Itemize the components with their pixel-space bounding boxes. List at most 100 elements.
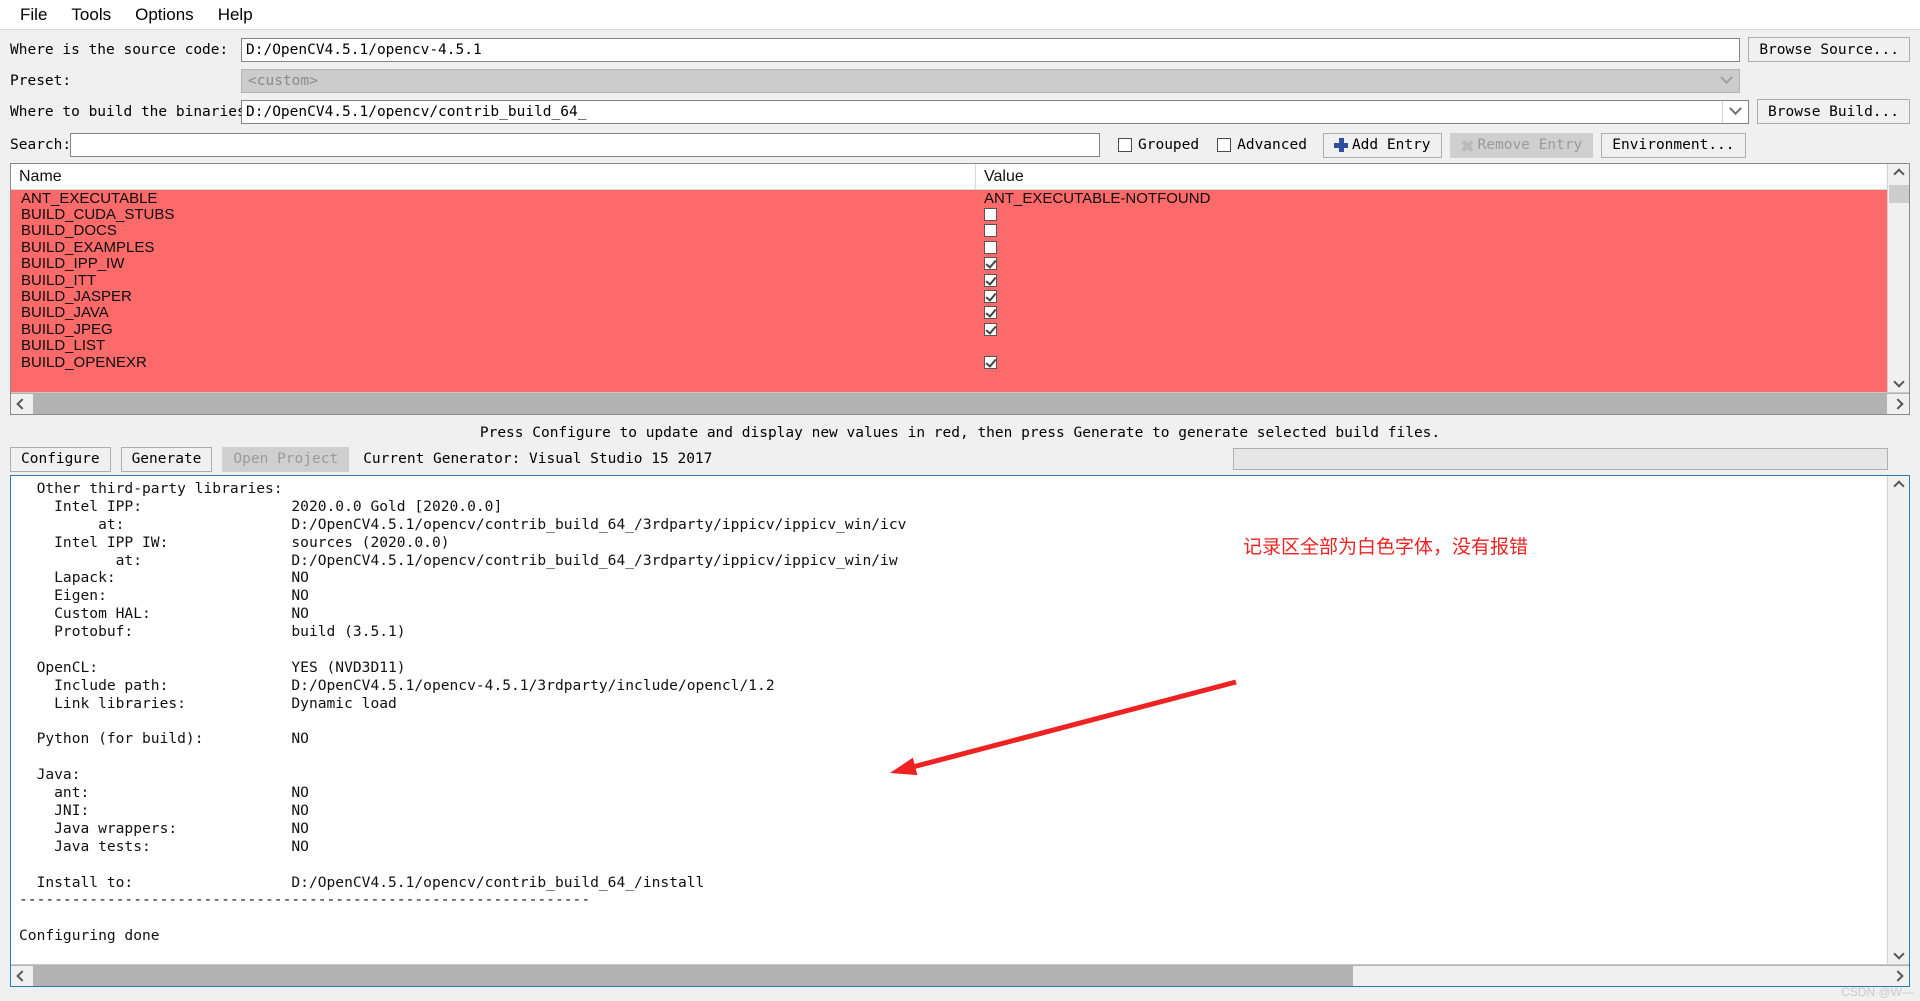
advanced-label: Advanced [1237,137,1307,153]
table-row[interactable]: BUILD_OPENEXR [11,354,1887,371]
checkbox-icon[interactable] [984,240,997,254]
action-row: Configure Generate Open Project Current … [0,441,1920,475]
log-line: Protobuf: build (3.5.1) [19,623,406,641]
search-input[interactable] [70,133,1100,157]
log-line: Eigen: NO [19,587,309,605]
browse-build-button[interactable]: Browse Build... [1757,99,1910,124]
preset-label: Preset: [10,72,72,89]
cache-table-body-area: Name Value ANT_EXECUTABLE ANT_EXECUTABLE-… [11,164,1887,392]
scroll-track-horizontal[interactable] [1353,965,1887,986]
scroll-up-arrow-icon[interactable] [1888,476,1910,496]
scroll-right-arrow-icon[interactable] [1887,965,1909,986]
cache-entry-value[interactable] [976,322,1887,336]
menu-file[interactable]: File [8,3,59,27]
cache-entry-value[interactable] [976,208,1887,222]
table-row[interactable]: BUILD_LIST [11,337,1887,355]
scroll-down-arrow-icon[interactable] [1888,372,1910,392]
remove-entry-button: Remove Entry [1449,132,1594,158]
cache-table-header: Name Value [11,164,1887,190]
scroll-left-arrow-icon[interactable] [11,393,33,414]
checkbox-icon [1217,138,1232,152]
path-form: Where is the source code: D:/OpenCV4.5.1… [0,30,1920,131]
checkbox-icon[interactable] [984,224,997,238]
checkbox-icon[interactable] [984,208,997,222]
log-main: Other third-party libraries: Intel IPP: … [11,476,1909,964]
cache-entry-value[interactable] [976,224,1887,238]
table-row[interactable]: BUILD_EXAMPLES [11,239,1887,256]
log-line: Intel IPP IW: sources (2020.0.0) [19,533,450,551]
log-line: JNI: NO [19,802,309,820]
cache-entry-name: BUILD_LIST [21,337,106,355]
scroll-thumb-horizontal[interactable] [33,965,1353,986]
annotation-text: 记录区全部为白色字体，没有报错 [1243,537,1529,558]
menu-tools[interactable]: Tools [59,3,123,27]
grouped-checkbox[interactable]: Grouped [1118,137,1199,153]
log-line: Intel IPP: 2020.0.0 Gold [2020.0.0] [19,497,503,515]
checkbox-icon[interactable] [984,273,997,287]
menu-bar: File Tools Options Help [0,0,1920,30]
table-row[interactable]: ANT_EXECUTABLE ANT_EXECUTABLE-NOTFOUND [11,190,1887,207]
cache-entry-name: BUILD_JASPER [21,288,132,306]
scroll-right-arrow-icon[interactable] [1887,393,1909,414]
log-output[interactable]: Other third-party libraries: Intel IPP: … [11,476,1887,964]
preset-select[interactable]: <custom> [241,68,1741,93]
cmake-gui-window: File Tools Options Help Where is the sou… [0,0,1920,1001]
log-vertical-scrollbar[interactable] [1887,476,1909,964]
scroll-thumb-horizontal[interactable] [33,393,1887,414]
checkbox-icon[interactable] [984,257,997,271]
log-line: Include path: D:/OpenCV4.5.1/opencv-4.5.… [19,676,775,694]
table-row[interactable]: BUILD_JAVA [11,304,1887,322]
table-row[interactable]: BUILD_DOCS [11,222,1887,239]
cache-entry-value[interactable] [976,273,1887,287]
source-row: Where is the source code: D:/OpenCV4.5.1… [10,36,1910,63]
add-entry-label: Add Entry [1351,137,1431,153]
environment-button[interactable]: Environment... [1601,132,1746,158]
cache-entry-value[interactable] [976,290,1887,304]
checkbox-icon[interactable] [984,306,997,320]
cache-vertical-scrollbar[interactable] [1887,164,1909,392]
menu-help[interactable]: Help [206,3,265,27]
chevron-down-icon [1713,70,1739,92]
generate-button[interactable]: Generate [120,446,213,472]
binaries-input[interactable]: D:/OpenCV4.5.1/opencv/contrib_build_64_ [241,99,1750,124]
column-header-value[interactable]: Value [976,164,1887,189]
cache-table: Name Value ANT_EXECUTABLE ANT_EXECUTABLE-… [10,163,1910,415]
column-header-name[interactable]: Name [11,164,976,189]
scroll-up-arrow-icon[interactable] [1888,164,1910,184]
cache-entry-name: BUILD_CUDA_STUBS [21,206,175,224]
configure-button[interactable]: Configure [10,446,111,472]
log-panel: Other third-party libraries: Intel IPP: … [10,475,1910,987]
open-project-button: Open Project [222,446,350,472]
current-generator-label: Current Generator: Visual Studio 15 2017 [363,451,713,467]
log-line: Install to: D:/OpenCV4.5.1/opencv/contri… [19,873,705,891]
log-horizontal-scrollbar[interactable] [11,964,1909,986]
cache-entry-value[interactable]: ANT_EXECUTABLE-NOTFOUND [976,190,1887,207]
checkbox-icon[interactable] [984,322,997,336]
table-row[interactable]: BUILD_CUDA_STUBS [11,206,1887,224]
table-row[interactable]: BUILD_JPEG [11,321,1887,338]
cache-horizontal-scrollbar[interactable] [11,392,1909,414]
checkbox-icon[interactable] [984,355,997,369]
scroll-thumb[interactable] [1888,185,1909,203]
checkbox-icon[interactable] [984,290,997,304]
scroll-down-arrow-icon[interactable] [1888,944,1910,964]
table-row[interactable]: BUILD_JASPER [11,288,1887,306]
add-entry-button[interactable]: Add Entry [1322,132,1442,158]
browse-source-button[interactable]: Browse Source... [1748,37,1910,62]
cache-entry-value[interactable] [976,240,1887,254]
advanced-checkbox[interactable]: Advanced [1217,137,1307,153]
cache-entry-value[interactable] [976,257,1887,271]
menu-options[interactable]: Options [123,3,206,27]
cache-entry-value[interactable] [976,306,1887,320]
cache-row-list[interactable]: ANT_EXECUTABLE ANT_EXECUTABLE-NOTFOUND BUI… [11,190,1887,392]
watermark-label: CSDN @W— [1841,985,1914,999]
table-row[interactable]: BUILD_IPP_IW [11,255,1887,272]
scroll-left-arrow-icon[interactable] [11,965,33,986]
log-line: Custom HAL: NO [19,605,309,623]
source-input[interactable]: D:/OpenCV4.5.1/opencv-4.5.1 [241,37,1741,62]
chevron-down-icon[interactable] [1722,100,1748,123]
cache-entry-value[interactable] [976,355,1887,369]
table-row[interactable]: BUILD_ITT [11,272,1887,289]
cache-entry-name: BUILD_JAVA [21,304,109,322]
log-line: Configuring done [19,927,160,945]
